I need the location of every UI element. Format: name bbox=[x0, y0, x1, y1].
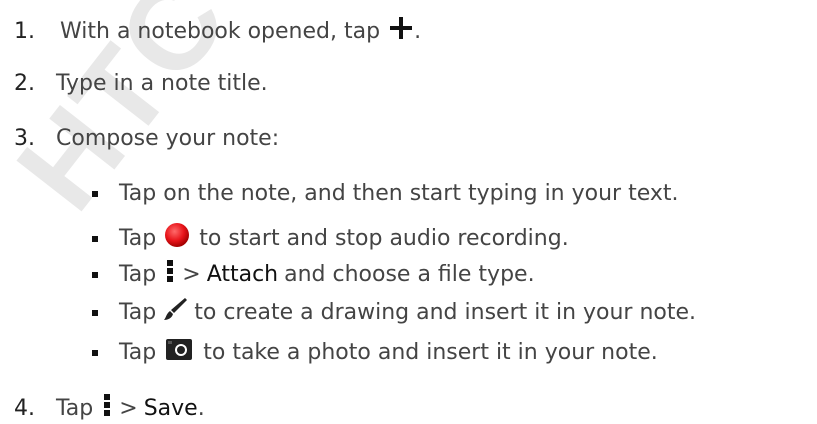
substep-text: Tap bbox=[119, 225, 157, 251]
substep-text: Tap bbox=[119, 299, 157, 325]
step-text: Compose your note: bbox=[56, 126, 280, 151]
substep-text-end: and choose a file type. bbox=[284, 261, 535, 287]
substep-text-end: to take a photo and insert it in your no… bbox=[203, 339, 658, 365]
bullet bbox=[92, 309, 98, 316]
substep-4: Tap to create a drawing and insert it in… bbox=[92, 296, 696, 329]
substep-1: Tap on the note, and then start typing i… bbox=[92, 181, 679, 207]
step-4: 4. Tap > Save . bbox=[14, 393, 205, 424]
step-2: 2. Type in a note title. bbox=[14, 71, 268, 97]
step-text-end: . bbox=[414, 18, 422, 44]
step-1: 1. With a notebook opened, tap . bbox=[14, 15, 421, 48]
step-text: Tap bbox=[56, 395, 94, 421]
step-text: With a notebook opened, tap bbox=[60, 18, 381, 44]
substep-text: Tap on the note, and then start typing i… bbox=[119, 181, 679, 206]
camera-icon bbox=[165, 336, 193, 369]
record-icon bbox=[164, 222, 190, 255]
menu-option: Attach bbox=[206, 261, 279, 287]
separator: > bbox=[182, 261, 201, 287]
menu-option: Save bbox=[143, 395, 198, 421]
instructions: 1. With a notebook opened, tap . 2. Type… bbox=[0, 0, 817, 422]
bullet bbox=[92, 349, 98, 356]
step-number: 4. bbox=[14, 395, 35, 421]
substep-text-end: to create a drawing and insert it in you… bbox=[194, 299, 697, 325]
step-text-end: . bbox=[197, 395, 205, 421]
step-number: 3. bbox=[14, 126, 35, 151]
substep-text-end: to start and stop audio recording. bbox=[199, 225, 569, 251]
bullet bbox=[92, 235, 98, 242]
brush-icon bbox=[162, 296, 188, 329]
bullet bbox=[92, 191, 98, 197]
bullet bbox=[92, 271, 98, 278]
substep-text: Tap bbox=[119, 339, 157, 365]
step-text: Type in a note title. bbox=[56, 71, 268, 96]
substep-2: Tap to start and stop audio recording. bbox=[92, 222, 569, 255]
plus-icon bbox=[388, 15, 414, 48]
substep-5: Tap to take a photo and insert it in you… bbox=[92, 336, 658, 369]
menu-icon bbox=[103, 393, 111, 424]
substep-3: Tap > Attach and choose a file type. bbox=[92, 259, 535, 290]
menu-icon bbox=[166, 259, 174, 290]
separator: > bbox=[119, 395, 138, 421]
substep-text: Tap bbox=[119, 261, 157, 287]
step-3: 3. Compose your note: bbox=[14, 126, 279, 152]
step-number: 1. bbox=[14, 18, 35, 44]
step-number: 2. bbox=[14, 71, 35, 96]
